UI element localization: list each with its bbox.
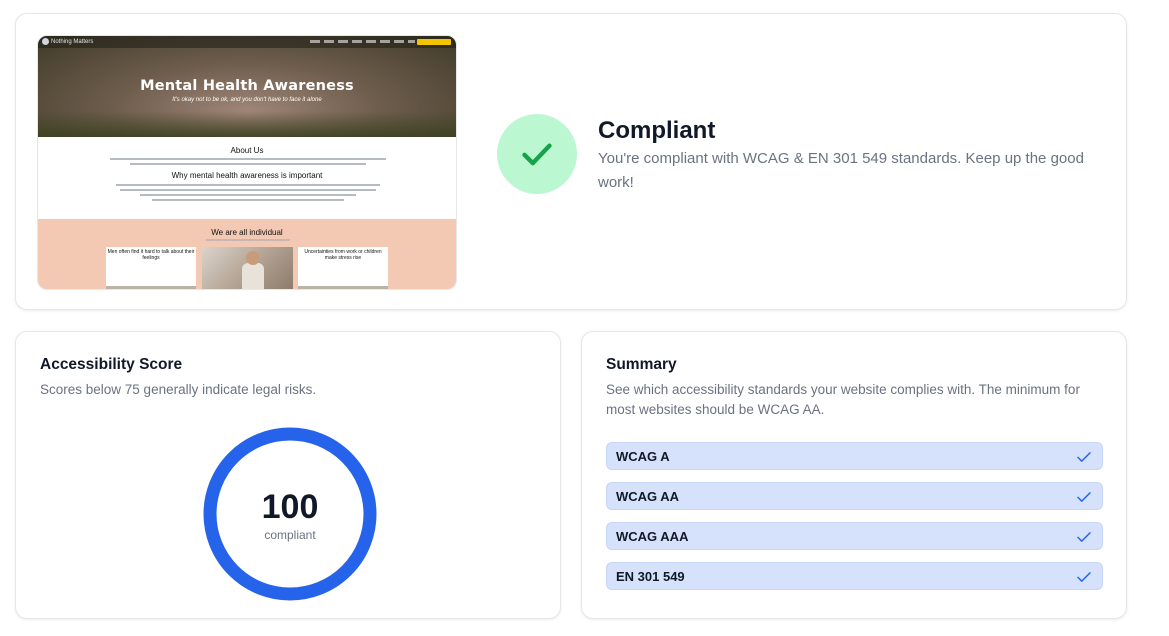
standard-label: WCAG AAA bbox=[616, 529, 689, 544]
standard-label: WCAG AA bbox=[616, 489, 680, 504]
preview-logo: Nothing Matters bbox=[42, 38, 93, 45]
score-description: Scores below 75 generally indicate legal… bbox=[40, 382, 317, 397]
check-icon bbox=[1077, 492, 1091, 502]
accessibility-score-card: Accessibility Score Scores below 75 gene… bbox=[15, 331, 561, 619]
preview-hero-subtitle: It's okay not to be ok, and you don't ha… bbox=[172, 97, 322, 103]
status-description: You're compliant with WCAG & EN 301 549 … bbox=[598, 150, 1084, 191]
preview-why-heading: Why mental health awareness is important bbox=[171, 171, 323, 180]
preview-nav: Nothing Matters bbox=[38, 36, 456, 48]
preview-individual-heading: We are all individual bbox=[211, 228, 283, 237]
preview-card-right: Uncertainties from work or children make… bbox=[298, 247, 388, 289]
standard-row-wcag-aa[interactable]: WCAG AA bbox=[606, 482, 1103, 510]
logo-icon bbox=[42, 38, 49, 45]
preview-hero: Nothing Matters Mental Health Awareness … bbox=[38, 36, 456, 137]
preview-card-photo bbox=[202, 247, 293, 289]
compliant-badge bbox=[497, 114, 577, 194]
standard-label: EN 301 549 bbox=[616, 569, 685, 584]
standard-label: WCAG A bbox=[616, 449, 670, 464]
check-icon bbox=[1077, 572, 1091, 582]
preview-about-heading: About Us bbox=[230, 146, 264, 155]
preview-nav-links bbox=[310, 40, 415, 43]
preview-donate-button bbox=[417, 39, 451, 45]
score-title: Accessibility Score bbox=[40, 356, 183, 373]
summary-description: See which accessibility standards your w… bbox=[606, 382, 1080, 417]
compliance-status-card: Nothing Matters Mental Health Awareness … bbox=[15, 13, 1127, 310]
score-value: 100 bbox=[261, 488, 319, 526]
summary-title: Summary bbox=[606, 356, 677, 373]
check-icon bbox=[1077, 532, 1091, 542]
summary-card: Summary See which accessibility standard… bbox=[581, 331, 1127, 619]
preview-card-left: Men often find it hard to talk about the… bbox=[106, 247, 196, 289]
status-title: Compliant bbox=[598, 117, 716, 144]
standard-row-wcag-a[interactable]: WCAG A bbox=[606, 442, 1103, 470]
standard-row-en-301-549[interactable]: EN 301 549 bbox=[606, 562, 1103, 590]
preview-body: About Us Why mental health awareness is … bbox=[38, 137, 456, 219]
preview-individual-section: We are all individual Men often find it … bbox=[38, 219, 456, 289]
standard-row-wcag-aaa[interactable]: WCAG AAA bbox=[606, 522, 1103, 550]
check-icon bbox=[522, 143, 552, 166]
score-label: compliant bbox=[264, 528, 316, 542]
website-preview-thumbnail: Nothing Matters Mental Health Awareness … bbox=[37, 35, 457, 290]
preview-hero-title: Mental Health Awareness bbox=[140, 78, 354, 94]
check-icon bbox=[1077, 452, 1091, 462]
